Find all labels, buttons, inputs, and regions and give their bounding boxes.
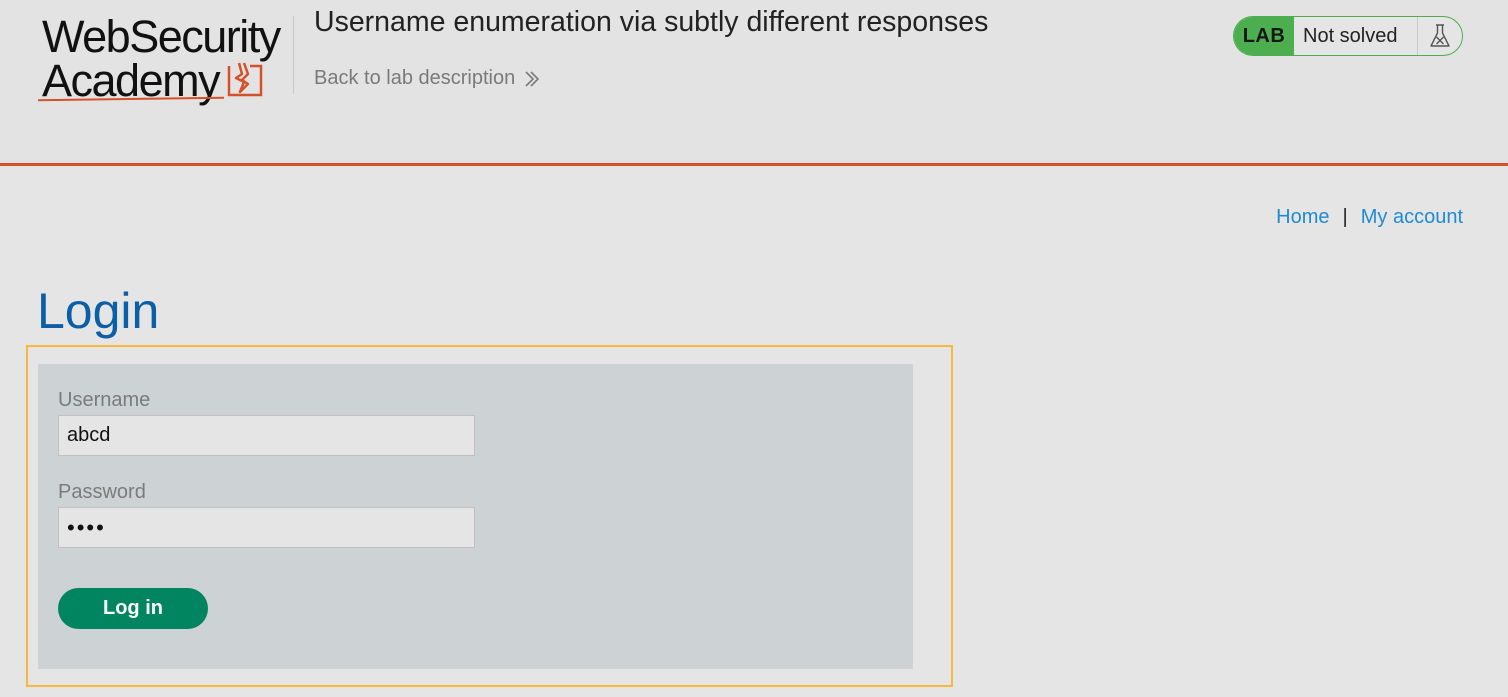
lab-title: Username enumeration via subtly differen… bbox=[314, 6, 989, 38]
username-input[interactable] bbox=[58, 415, 475, 456]
top-navigation: Home | My account bbox=[1276, 206, 1463, 229]
logo-line-1: WebSecurity bbox=[42, 11, 281, 62]
lab-status-text: Not solved bbox=[1294, 17, 1418, 55]
double-chevron-right-icon bbox=[525, 70, 540, 87]
header-divider bbox=[293, 16, 294, 94]
flask-x-icon bbox=[1418, 17, 1462, 55]
nav-my-account-link[interactable]: My account bbox=[1361, 206, 1463, 229]
lab-header: WebSecurity Academy Username enumeration… bbox=[0, 0, 1508, 166]
lab-status-widget: LAB Not solved bbox=[1233, 16, 1463, 56]
page-title: Login bbox=[37, 283, 160, 339]
password-input[interactable] bbox=[58, 507, 475, 548]
nav-home-link[interactable]: Home bbox=[1276, 206, 1329, 229]
web-security-academy-logo[interactable]: WebSecurity Academy bbox=[37, 11, 294, 104]
back-link-label: Back to lab description bbox=[314, 67, 516, 89]
username-label: Username bbox=[58, 389, 151, 411]
nav-separator: | bbox=[1342, 206, 1348, 228]
back-to-lab-description-link[interactable]: Back to lab description bbox=[314, 67, 541, 90]
password-label: Password bbox=[58, 481, 146, 503]
login-form: Username Password Log in bbox=[38, 364, 913, 669]
lightning-box-icon bbox=[227, 62, 263, 97]
lab-badge: LAB bbox=[1234, 17, 1294, 55]
login-button[interactable]: Log in bbox=[58, 588, 208, 629]
